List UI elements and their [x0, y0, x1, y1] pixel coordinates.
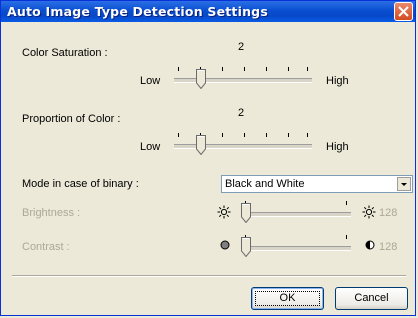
proportion-of-color-value: 2 [237, 107, 245, 119]
cancel-button[interactable]: Cancel [335, 287, 408, 310]
color-saturation-low-label: Low [140, 75, 161, 87]
brightness-slider[interactable] [241, 201, 351, 225]
contrast-value: 128 [379, 241, 398, 253]
contrast-icon [365, 240, 375, 250]
contrast-thumb[interactable] [241, 237, 251, 257]
color-saturation-track [174, 78, 312, 83]
focus-rectangle [255, 291, 320, 306]
window-title: Auto Image Type Detection Settings [7, 4, 268, 19]
close-button[interactable] [394, 2, 413, 21]
sun-icon [362, 205, 376, 219]
binary-mode-selected: Black and White [225, 178, 305, 190]
contrast-slider[interactable] [241, 235, 351, 259]
proportion-of-color-track [174, 144, 312, 149]
chevron-down-icon [401, 183, 407, 186]
close-icon [398, 6, 409, 17]
ok-button[interactable]: OK [251, 287, 324, 310]
brightness-label: Brightness : [22, 207, 81, 219]
proportion-of-color-low-label: Low [140, 141, 161, 153]
title-bar[interactable]: Auto Image Type Detection Settings [1, 1, 415, 22]
binary-mode-select[interactable]: Black and White [221, 175, 413, 193]
color-saturation-high-label: High [326, 75, 349, 87]
proportion-of-color-label: Proportion of Color : [22, 113, 121, 125]
color-saturation-value: 2 [237, 41, 245, 53]
proportion-of-color-thumb[interactable] [196, 135, 206, 155]
proportion-of-color-slider[interactable] [174, 133, 312, 157]
color-saturation-slider[interactable] [174, 67, 312, 91]
color-saturation-thumb[interactable] [196, 69, 206, 89]
color-saturation-label: Color Saturation : [22, 47, 108, 59]
brightness-value: 128 [379, 207, 398, 219]
contrast-low-icon [220, 240, 230, 250]
contrast-label: Contrast : [22, 241, 70, 253]
dropdown-button[interactable] [397, 177, 411, 191]
brightness-thumb[interactable] [241, 203, 251, 223]
sun-icon [217, 205, 231, 219]
cancel-button-label: Cancel [354, 292, 389, 304]
dialog-window: Auto Image Type Detection Settings Color… [0, 0, 416, 316]
separator [12, 275, 406, 277]
binary-mode-label: Mode in case of binary : [22, 178, 139, 190]
proportion-of-color-high-label: High [326, 141, 349, 153]
brightness-track [241, 212, 351, 217]
contrast-track [241, 246, 351, 251]
